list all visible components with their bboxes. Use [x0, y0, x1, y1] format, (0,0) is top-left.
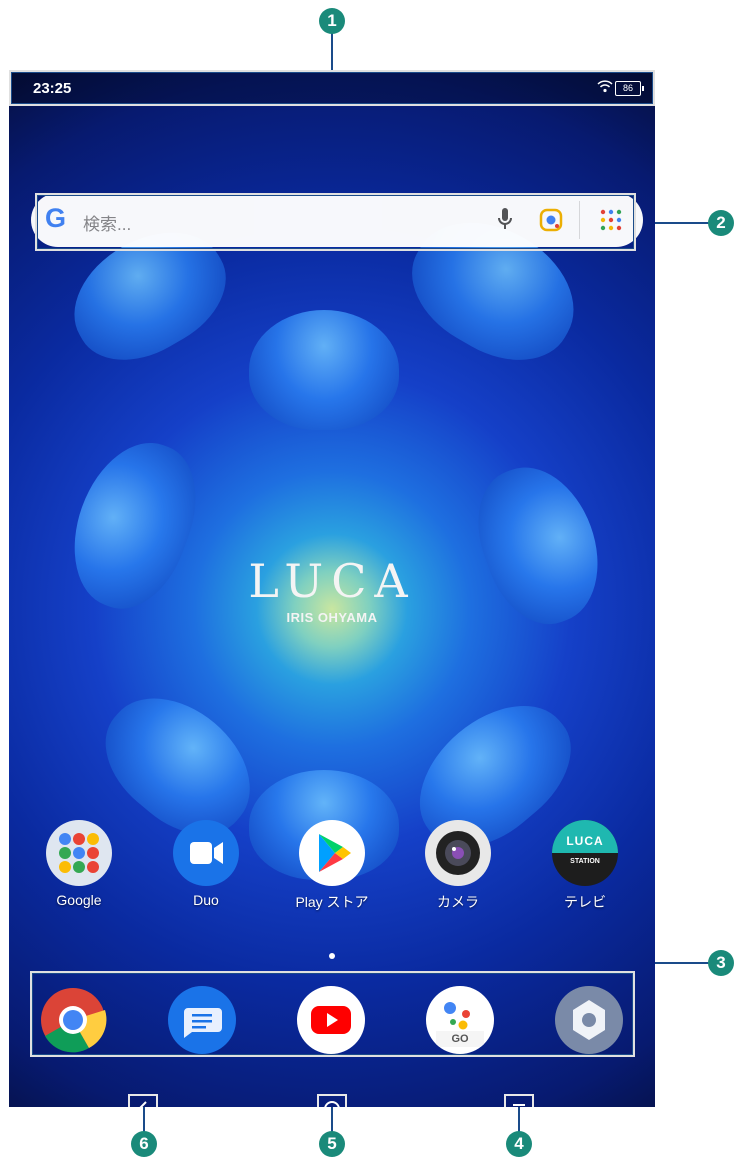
app-camera[interactable]: カメラ	[408, 820, 508, 912]
google-folder-icon	[46, 820, 112, 886]
search-bar-highlight	[35, 193, 636, 251]
app-play-store[interactable]: Play ストア	[282, 820, 382, 912]
brand-logo: LUCA	[248, 554, 416, 608]
brand-subtitle: IRIS OHYAMA	[286, 610, 378, 625]
callout-4: 4	[506, 1131, 532, 1157]
luca-station-icon: LUCA STATION	[552, 820, 618, 886]
home-button[interactable]	[317, 1094, 347, 1107]
recents-button[interactable]	[504, 1094, 534, 1107]
app-label: Duo	[193, 892, 219, 908]
back-icon	[139, 1101, 147, 1107]
app-label: Play ストア	[295, 894, 369, 910]
page-indicator	[329, 953, 335, 959]
callout-line-1	[331, 30, 333, 70]
camera-icon	[425, 820, 491, 886]
callout-6: 6	[131, 1131, 157, 1157]
callout-3: 3	[708, 950, 734, 976]
wallpaper-petal	[249, 310, 399, 430]
callout-1: 1	[319, 8, 345, 34]
home-icon	[324, 1101, 340, 1107]
duo-icon	[173, 820, 239, 886]
play-store-icon	[299, 820, 365, 886]
app-label: テレビ	[564, 894, 606, 910]
recents-icon	[513, 1104, 525, 1106]
app-label: カメラ	[437, 894, 479, 910]
luca-station-badge-top: LUCA	[566, 834, 604, 848]
luca-station-badge-bottom: STATION	[570, 858, 600, 865]
app-google-folder[interactable]: Google	[29, 820, 129, 908]
app-label: Google	[56, 892, 102, 908]
app-duo[interactable]: Duo	[156, 820, 256, 908]
status-bar-highlight	[9, 70, 655, 106]
callout-2: 2	[708, 210, 734, 236]
callout-5: 5	[319, 1131, 345, 1157]
app-tv[interactable]: LUCA STATION テレビ	[535, 820, 635, 912]
dock-highlight	[30, 971, 635, 1057]
back-button[interactable]	[128, 1094, 158, 1107]
